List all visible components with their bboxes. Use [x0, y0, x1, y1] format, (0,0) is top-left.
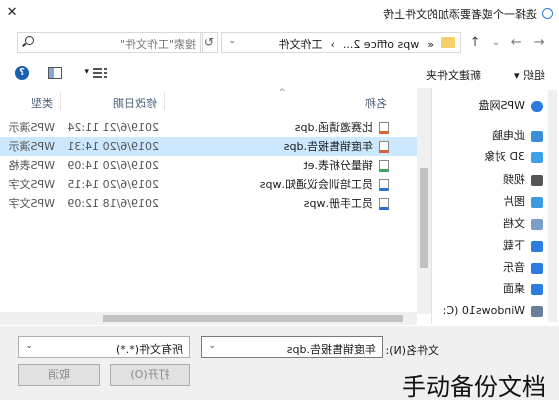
file-list-vertical-scrollbar[interactable]	[417, 88, 431, 314]
change-view-icon[interactable]	[93, 67, 107, 79]
spreadsheet-file-icon	[379, 160, 389, 172]
sidebar-item-c-drive[interactable]: Windows10 (C:	[433, 302, 543, 320]
search-placeholder: 搜索"工作文件"	[119, 38, 196, 51]
breadcrumb-wps-office[interactable]: wps office 2...	[343, 38, 419, 51]
video-icon	[531, 174, 543, 186]
organize-menu-button[interactable]: 组织 ▾	[514, 67, 545, 83]
view-dropdown-icon[interactable]: ▾	[84, 67, 89, 77]
sort-ascending-icon: ^	[278, 88, 286, 98]
file-row[interactable]: 员工手册.wps 2019/6/18 12:09 WPS文字	[0, 194, 417, 213]
breadcrumb-overflow[interactable]: «	[427, 38, 434, 51]
presentation-file-icon	[379, 141, 389, 153]
pane-divider[interactable]	[431, 88, 432, 324]
recent-locations-chevron-icon[interactable]: ⌄	[488, 35, 504, 51]
column-header-type[interactable]: 类型	[31, 95, 53, 111]
file-type-filter-value: 所有文件(*.*)	[115, 343, 183, 356]
address-bar[interactable]: « wps office 2... › 工作文件 ⌄	[221, 32, 461, 53]
scrollbar-thumb[interactable]	[103, 315, 403, 322]
navigation-scrollbar[interactable]	[548, 90, 557, 322]
title-bar: 选择一个或者要添加的文件上传 ✕	[0, 0, 559, 27]
download-icon	[531, 240, 543, 252]
folder-icon	[441, 37, 455, 48]
sidebar-item-this-pc[interactable]: 此电脑	[433, 127, 543, 145]
column-separator[interactable]	[164, 92, 165, 110]
cube-icon	[531, 151, 543, 163]
drive-icon	[531, 305, 543, 317]
column-header-name[interactable]: 名称	[365, 95, 387, 111]
breadcrumb: « wps office 2... › 工作文件	[270, 36, 434, 52]
sidebar-item-desktop[interactable]: 桌面	[433, 280, 543, 298]
open-button[interactable]: 打开(O)	[110, 364, 190, 386]
forward-arrow-icon[interactable]: →	[508, 35, 524, 51]
watermark-caption: 手动备份文档	[402, 373, 546, 401]
writer-file-icon	[379, 198, 389, 210]
filename-value: 年度销售报告.dps	[286, 343, 376, 356]
desktop-icon	[531, 283, 543, 295]
back-arrow-icon[interactable]: ←	[531, 35, 547, 51]
sidebar-item-music[interactable]: 音乐	[433, 259, 543, 277]
help-icon[interactable]: ?	[15, 66, 29, 80]
file-row[interactable]: 员工培训会议通知.wps 2019/6/20 14:15 WPS文字	[0, 175, 417, 194]
sidebar-item-videos[interactable]: 视频	[433, 171, 543, 189]
cloud-icon	[531, 100, 543, 112]
sidebar-item-documents[interactable]: 文档	[433, 215, 543, 233]
picture-icon	[531, 196, 543, 208]
chevron-down-icon[interactable]: ⌄	[208, 341, 216, 351]
file-list-horizontal-scrollbar[interactable]	[0, 312, 417, 325]
column-separator[interactable]	[60, 92, 61, 110]
column-header-date[interactable]: 修改日期	[113, 95, 157, 111]
file-open-dialog: 选择一个或者要添加的文件上传 ✕ ← → ⌄ ↑ « wps office 2..…	[0, 0, 559, 400]
music-icon	[531, 262, 543, 274]
wps-logo-icon	[542, 8, 553, 19]
filename-input[interactable]: 年度销售报告.dps ⌄	[201, 336, 383, 358]
search-input[interactable]: 搜索"工作文件"	[17, 32, 203, 53]
breadcrumb-work-files[interactable]: 工作文件	[278, 38, 322, 51]
sidebar-item-pictures[interactable]: 图片	[433, 193, 543, 211]
up-arrow-icon[interactable]: ↑	[467, 35, 483, 51]
sidebar-item-downloads[interactable]: 下载	[433, 237, 543, 255]
new-folder-button[interactable]: 新建文件夹	[426, 67, 481, 83]
file-row[interactable]: 销量分析表.et 2019/6/20 14:09 WPS表格	[0, 156, 417, 175]
breadcrumb-separator-icon[interactable]: ›	[330, 38, 334, 51]
document-icon	[531, 218, 543, 230]
sidebar-item-3d-objects[interactable]: 3D 对象	[433, 148, 543, 166]
close-button[interactable]: ✕	[2, 4, 22, 22]
file-row[interactable]: 比赛邀请函.dps 2019/6/21 11:24 WPS演示	[0, 118, 417, 137]
writer-file-icon	[379, 179, 389, 191]
file-type-filter-select[interactable]: 所有文件(*.*) ⌄	[18, 336, 190, 358]
chevron-down-icon[interactable]: ⌄	[25, 341, 33, 351]
address-dropdown-icon[interactable]: ⌄	[228, 36, 236, 46]
dialog-title: 选择一个或者要添加的文件上传	[383, 8, 537, 21]
scrollbar-thumb[interactable]	[420, 168, 428, 268]
computer-icon	[531, 130, 543, 142]
sidebar-item-wps-cloud[interactable]: WPS网盘	[433, 97, 543, 115]
filename-label: 文件名(N):	[385, 344, 439, 357]
file-row-selected[interactable]: 年度销售报告.dps 2019/6/20 14:31 WPS演示	[0, 137, 417, 156]
preview-pane-icon[interactable]	[48, 67, 62, 79]
presentation-file-icon	[379, 122, 389, 134]
search-icon	[25, 36, 34, 45]
cancel-button[interactable]: 取消	[18, 364, 100, 386]
